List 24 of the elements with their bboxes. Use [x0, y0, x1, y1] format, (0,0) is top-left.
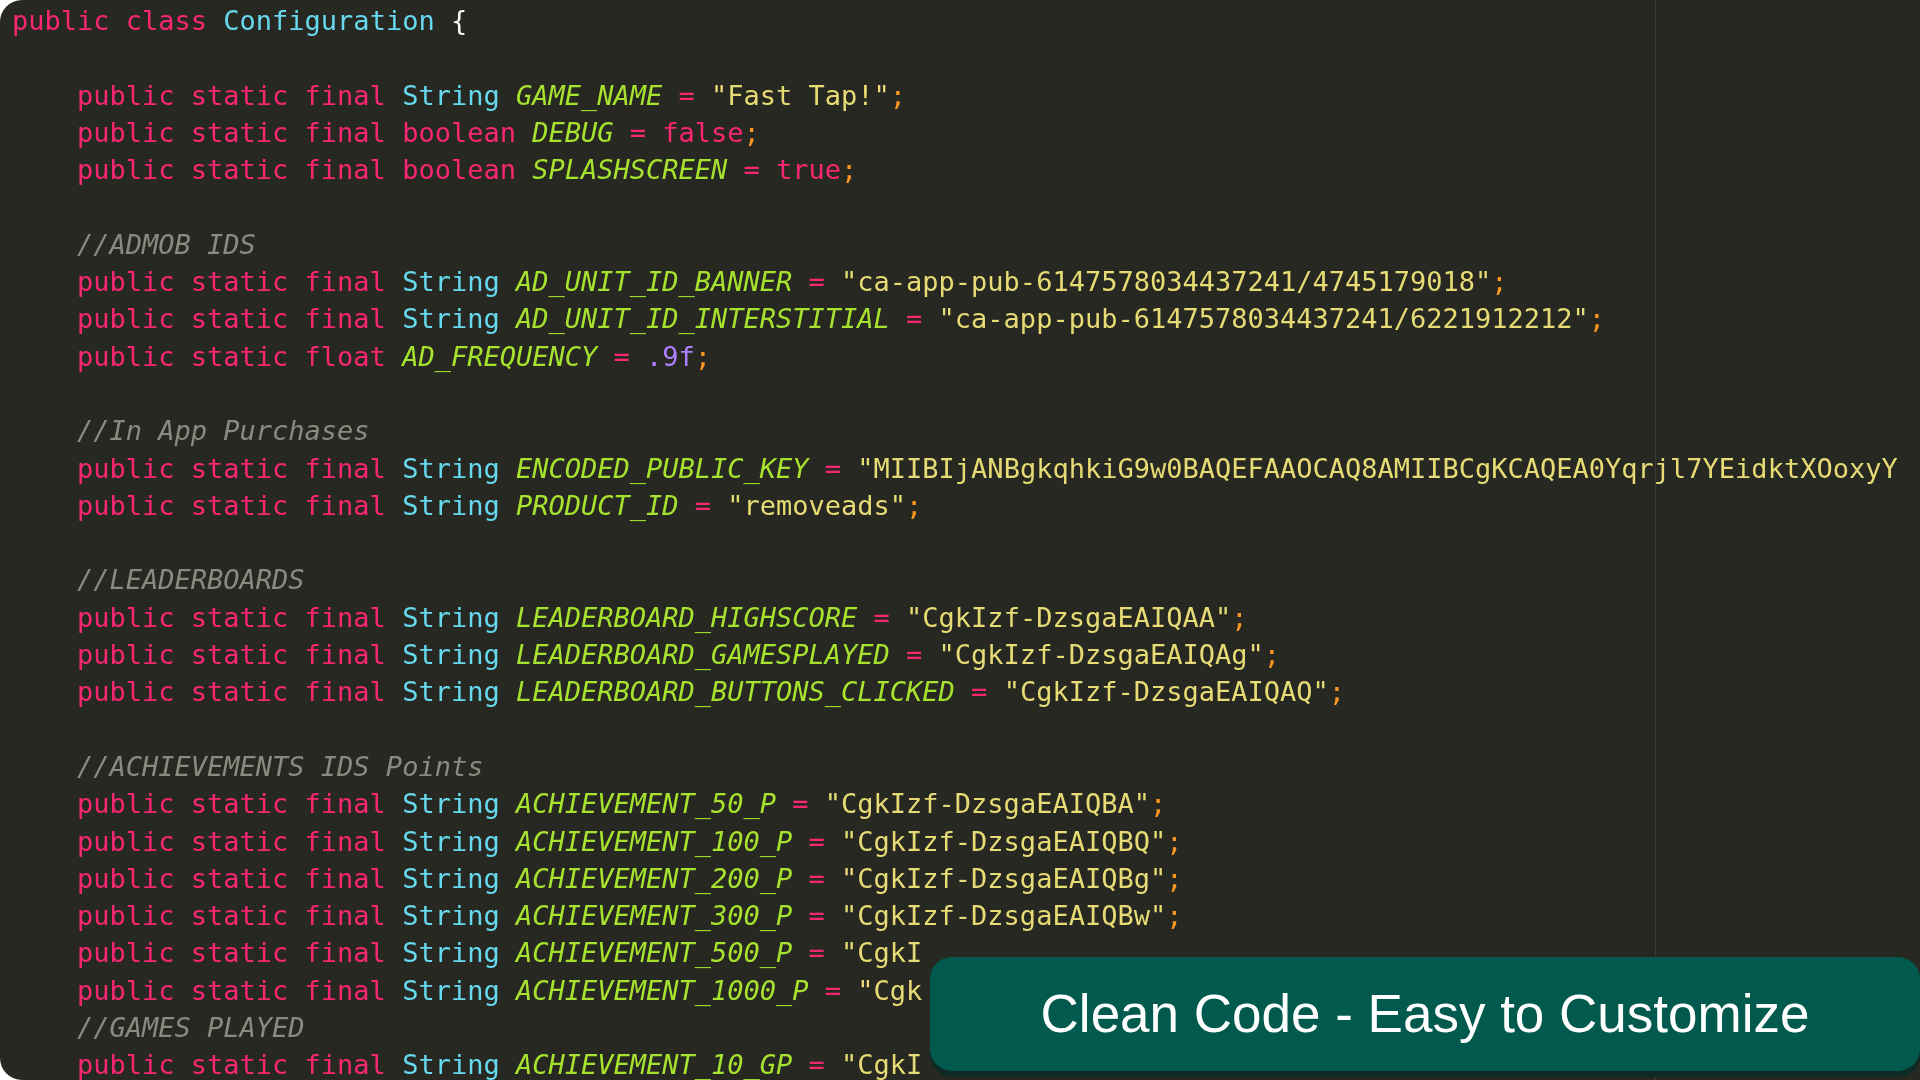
- code-line: public static final String LEADERBOARD_BUTTONS_CLICKED = "CgkIzf-DzsgaEAIQAQ";: [76, 675, 1345, 710]
- code-line: public class Configuration {: [12, 4, 468, 38]
- code-line: public static final String ACHIEVEMENT_200_P = "CgkIzf-DzsgaEAIQBg";: [76, 861, 1183, 896]
- code-line: //In App Purchases: [76, 414, 370, 449]
- code-line: public static final String ENCODED_PUBLIC_KEY = "MIIBIjANBgkqhkiG9w0BAQEFAAOCAQ8AMIIBCgKCAQEA0Yqrjl7YEidktXOoxyY: [76, 451, 1898, 486]
- code-line: //GAMES PLAYED: [76, 1011, 305, 1045]
- code-line: public static final String AD_UNIT_ID_BANNER = "ca-app-pub-6147578034437241/4745179018";: [76, 265, 1508, 300]
- code-line: public static final String ACHIEVEMENT_1000_P = "Cgk: [76, 973, 923, 1008]
- code-line: //ADMOB IDS: [76, 227, 256, 262]
- code-line: public static final String ACHIEVEMENT_100_P = "CgkIzf-DzsgaEAIQBQ";: [76, 824, 1183, 859]
- code-line: public static final boolean SPLASHSCREEN = true;: [76, 153, 858, 188]
- code-line: public static final String LEADERBOARD_HIGHSCORE = "CgkIzf-DzsgaEAIQAA";: [76, 600, 1248, 635]
- code-line: public static final String LEADERBOARD_GAMESPLAYED = "CgkIzf-DzsgaEAIQAg";: [76, 638, 1280, 673]
- code-line: //ACHIEVEMENTS IDS Points: [76, 749, 484, 784]
- code-line: public static final String ACHIEVEMENT_10_GP = "CgkI: [76, 1048, 923, 1080]
- code-line: public static final String ACHIEVEMENT_50_P = "CgkIzf-DzsgaEAIQBA";: [76, 787, 1167, 822]
- code-line: public static final String PRODUCT_ID = "removeads";: [76, 488, 923, 523]
- code-line: public static final String GAME_NAME = "Fast Tap!";: [76, 78, 907, 113]
- code-line: public static final boolean DEBUG = false;: [76, 115, 760, 150]
- code-line: public static final String ACHIEVEMENT_300_P = "CgkIzf-DzsgaEAIQBw";: [76, 899, 1183, 934]
- code-line: public static final String AD_UNIT_ID_INTERSTITIAL = "ca-app-pub-6147578034437241/6221912212";: [76, 302, 1606, 337]
- code-line: public static float AD_FREQUENCY = .9f;: [76, 339, 712, 374]
- code-line: //LEADERBOARDS: [76, 563, 305, 598]
- code-line: public static final String ACHIEVEMENT_500_P = "CgkI: [76, 936, 923, 971]
